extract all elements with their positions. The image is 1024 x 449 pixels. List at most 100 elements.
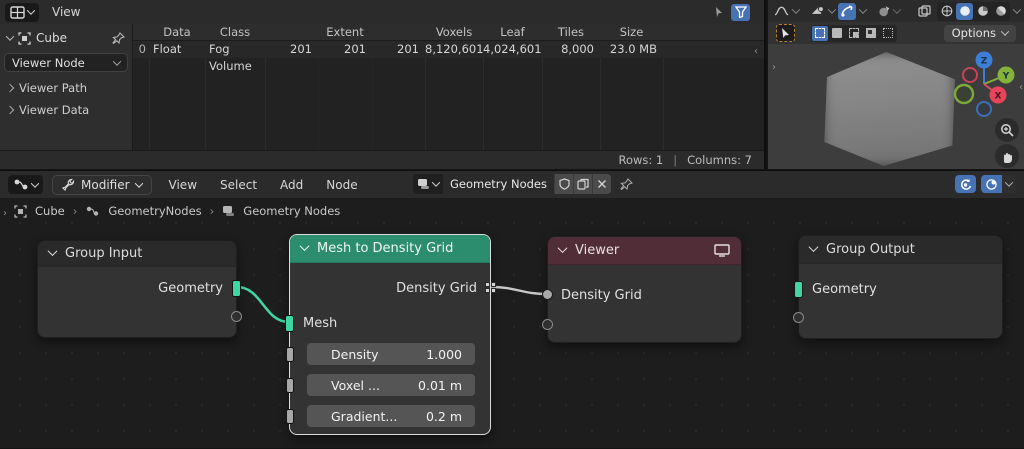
socket-density-input[interactable] <box>286 347 294 362</box>
select-mode-extend[interactable] <box>829 26 845 41</box>
collapse-chevron-icon[interactable] <box>809 242 819 252</box>
socket-gradient-input[interactable] <box>286 409 294 424</box>
node-header[interactable]: Mesh to Density Grid <box>290 235 490 263</box>
col-class[interactable]: Class <box>205 24 265 41</box>
gradient-field[interactable]: Gradient... 0.2 m <box>307 405 475 427</box>
menu-view[interactable]: View <box>50 5 82 19</box>
breadcrumb-separator: › <box>73 204 78 218</box>
col-extent[interactable]: Extent <box>265 24 425 41</box>
section-viewer-data[interactable]: Viewer Data <box>4 100 128 120</box>
toolbar-expand-arrow[interactable]: › <box>772 62 776 73</box>
chevron-down-icon[interactable] <box>792 5 800 13</box>
node-header[interactable]: Group Output <box>799 236 1002 264</box>
duplicate-button[interactable] <box>573 174 592 194</box>
xray-toggle[interactable] <box>915 3 933 20</box>
socket-virtual[interactable] <box>793 312 804 323</box>
select-mode-group <box>811 25 897 42</box>
node-header[interactable]: Group Input <box>38 241 236 267</box>
viewer-node-dropdown[interactable]: Viewer Node <box>4 53 128 72</box>
filter-button[interactable] <box>731 4 750 21</box>
gizmo-neg-y[interactable] <box>955 85 973 103</box>
tree-name-field[interactable]: Geometry Nodes <box>443 174 554 194</box>
col-data-type[interactable]: Data Type <box>149 24 205 41</box>
socket-density-grid-input[interactable] <box>542 289 553 300</box>
visibility-filter-icon[interactable] <box>811 5 825 17</box>
chevron-down-icon[interactable] <box>1013 5 1021 13</box>
breadcrumb-modifier[interactable]: GeometryNodes <box>108 204 201 218</box>
status-divider: | <box>673 153 677 167</box>
voxel-size-field[interactable]: Voxel ... 0.01 m <box>307 374 475 396</box>
snap-button[interactable] <box>838 3 856 20</box>
select-mode-intersect[interactable] <box>880 26 896 41</box>
col-size[interactable]: Size <box>600 24 663 41</box>
col-leaf-voxels[interactable]: Leaf Voxels <box>483 24 542 41</box>
fake-user-button[interactable] <box>554 174 573 194</box>
transform-orientation-icon[interactable] <box>878 5 890 18</box>
context-modifier-dropdown[interactable]: Modifier <box>52 175 152 195</box>
node-viewer[interactable]: Viewer Density Grid <box>547 236 742 343</box>
chevron-down-icon <box>31 179 39 187</box>
socket-density-grid-output[interactable] <box>485 282 496 293</box>
cell-class: Fog Volume <box>209 41 265 58</box>
pointer-filter-icon[interactable] <box>713 6 725 18</box>
menu-add[interactable]: Add <box>278 178 305 192</box>
sidebar-collapse-arrow[interactable]: ‹ <box>754 46 758 57</box>
pin-icon[interactable] <box>620 178 633 191</box>
auto-render-toggle[interactable] <box>955 175 976 193</box>
socket-virtual[interactable] <box>542 319 553 330</box>
col-tiles[interactable]: Tiles <box>542 24 600 41</box>
geometry-node-editor: Modifier View Select Add Node Geometry N… <box>0 170 1024 448</box>
select-mode-subtract[interactable] <box>846 26 862 41</box>
editor-type-button[interactable] <box>5 3 39 22</box>
socket-geometry-output[interactable] <box>232 280 241 297</box>
col-voxels[interactable]: Voxels <box>425 24 483 41</box>
section-viewer-path[interactable]: Viewer Path <box>4 78 128 98</box>
collapse-chevron-icon[interactable] <box>48 246 58 256</box>
gizmo-neg-x[interactable] <box>963 68 977 82</box>
dataset-object-row[interactable]: Cube <box>4 27 128 49</box>
menu-view[interactable]: View <box>167 178 199 192</box>
socket-virtual[interactable] <box>231 311 242 322</box>
chevron-down-icon[interactable] <box>827 5 835 13</box>
chevron-down-icon[interactable] <box>859 5 867 13</box>
volume-cube[interactable] <box>823 52 955 166</box>
chevron-down-icon[interactable] <box>893 5 901 13</box>
density-field[interactable]: Density 1.000 <box>307 343 475 365</box>
collapse-chevron-icon[interactable] <box>300 241 310 251</box>
shading-material-button[interactable] <box>974 3 991 20</box>
select-mode-new[interactable] <box>812 26 828 41</box>
chevron-down-icon[interactable] <box>1005 178 1013 186</box>
node-mesh-to-density-grid[interactable]: Mesh to Density Grid Density Grid Mesh D… <box>289 234 491 435</box>
breadcrumb-tree[interactable]: Geometry Nodes <box>243 204 340 218</box>
breadcrumb-separator: › <box>210 204 215 218</box>
proportional-falloff-icon[interactable] <box>774 5 789 17</box>
select-mode-invert[interactable] <box>863 26 879 41</box>
node-group-input[interactable]: Group Input Geometry <box>37 240 237 338</box>
editor-type-button[interactable] <box>8 175 43 194</box>
socket-mesh-input[interactable] <box>285 315 294 332</box>
viewport-canvas[interactable]: › ‹ Z Y X <box>768 44 1024 169</box>
menu-node[interactable]: Node <box>324 178 359 192</box>
gizmo-neg-z[interactable] <box>977 102 991 116</box>
toolbar-expand-arrow[interactable]: › <box>3 208 7 219</box>
table-row[interactable]: 0 Float Fog Volume 201 201 201 8,120,601… <box>133 41 764 58</box>
socket-voxel-size-input[interactable] <box>286 378 294 393</box>
navigation-gizmo[interactable]: Z Y X <box>946 49 1022 121</box>
shading-rendered-button[interactable] <box>992 3 1009 20</box>
node-header[interactable]: Viewer <box>548 237 741 265</box>
overlay-sphere-toggle[interactable] <box>981 175 1002 193</box>
unlink-button[interactable] <box>592 174 611 194</box>
socket-geometry-input[interactable] <box>794 281 803 298</box>
breadcrumb-object[interactable]: Cube <box>35 204 65 218</box>
pan-button[interactable] <box>995 144 1019 168</box>
node-group-output[interactable]: Group Output Geometry <box>798 235 1003 339</box>
select-tool-button[interactable] <box>776 24 795 42</box>
pin-icon[interactable] <box>112 32 125 45</box>
shading-wireframe-button[interactable] <box>938 3 955 20</box>
shading-solid-button[interactable] <box>956 3 973 20</box>
tree-browse-button[interactable] <box>413 174 443 194</box>
menu-select[interactable]: Select <box>218 178 259 192</box>
zoom-button[interactable] <box>995 118 1019 142</box>
options-button[interactable]: Options <box>944 25 1016 42</box>
collapse-chevron-icon[interactable] <box>558 243 568 253</box>
